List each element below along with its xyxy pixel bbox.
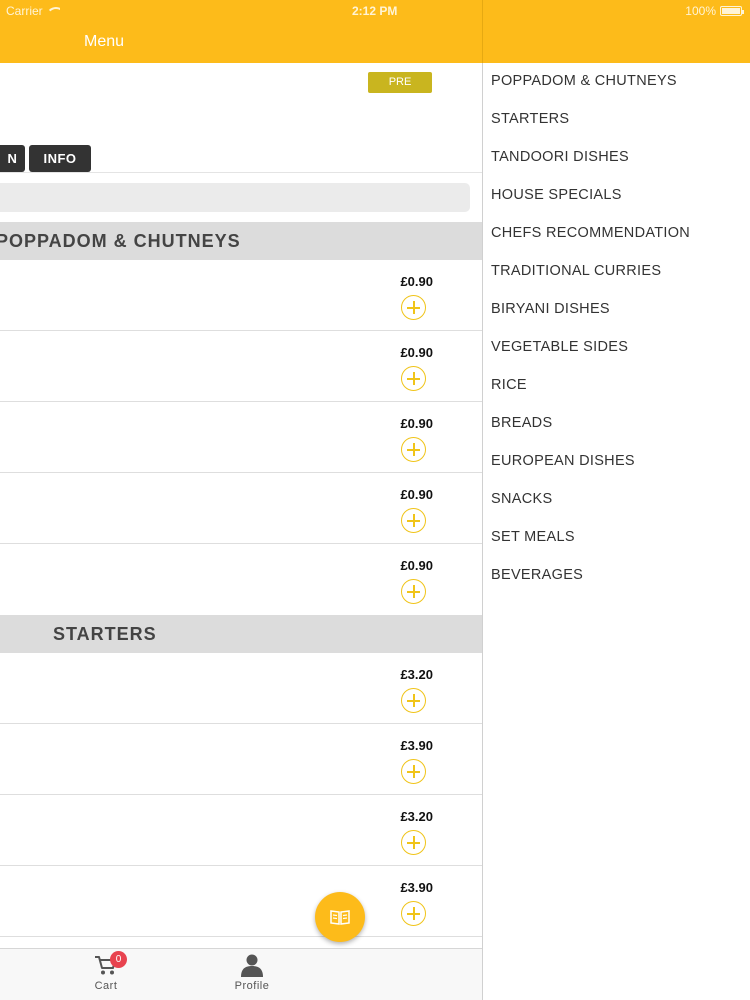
battery-percent: 100% xyxy=(685,4,716,18)
add-icon[interactable] xyxy=(401,830,426,855)
menu-item-row: £0.90 xyxy=(0,331,482,402)
add-icon[interactable] xyxy=(401,366,426,391)
cart-count-badge: 0 xyxy=(110,951,127,968)
menu-item-row: £3.20 xyxy=(0,653,482,724)
search-bar[interactable] xyxy=(0,183,470,212)
category-item-biryani[interactable]: BIRYANI DISHES xyxy=(491,301,610,317)
tab-cart[interactable]: 0 Cart xyxy=(66,949,146,1000)
category-item-poppadom[interactable]: POPPADOM & CHUTNEYS xyxy=(491,73,677,89)
tab-profile[interactable]: Profile xyxy=(212,949,292,1000)
menu-item-row: £0.90 xyxy=(0,402,482,473)
nav-title: Menu xyxy=(84,33,125,50)
item-price: £0.90 xyxy=(400,274,433,289)
category-panel: POPPADOM & CHUTNEYS STARTERS TANDOORI DI… xyxy=(482,63,750,1000)
menu-item-row: £3.20 xyxy=(0,795,482,866)
menu-item-row: £0.90 xyxy=(0,544,482,615)
category-item-chefs-recommendation[interactable]: CHEFS RECOMMENDATION xyxy=(491,225,690,241)
profile-icon xyxy=(241,954,263,977)
status-bar: Carrier 2:12 PM 100% xyxy=(0,0,750,22)
menu-item-row: £3.90 xyxy=(0,866,482,937)
category-item-vegetable-sides[interactable]: VEGETABLE SIDES xyxy=(491,339,628,355)
category-item-set-meals[interactable]: SET MEALS xyxy=(491,529,575,545)
header-divider xyxy=(482,0,483,63)
category-item-traditional-curries[interactable]: TRADITIONAL CURRIES xyxy=(491,263,661,279)
item-price: £3.20 xyxy=(400,809,433,824)
add-icon[interactable] xyxy=(401,688,426,713)
category-item-european[interactable]: EUROPEAN DISHES xyxy=(491,453,635,469)
item-price: £0.90 xyxy=(400,558,433,573)
item-price: £0.90 xyxy=(400,345,433,360)
menu-item-row: £0.90 xyxy=(0,473,482,544)
category-item-starters[interactable]: STARTERS xyxy=(491,111,569,127)
menu-item-row: £3.90 xyxy=(0,724,482,795)
category-item-snacks[interactable]: SNACKS xyxy=(491,491,552,507)
category-item-breads[interactable]: BREADS xyxy=(491,415,552,431)
menu-fab-button[interactable] xyxy=(315,892,365,942)
add-icon[interactable] xyxy=(401,579,426,604)
carrier-label: Carrier xyxy=(6,4,43,18)
add-icon[interactable] xyxy=(401,508,426,533)
menu-item-row: £0.90 xyxy=(0,260,482,331)
header: Carrier 2:12 PM 100% Menu xyxy=(0,0,750,63)
section-header-poppadom: POPPADOM & CHUTNEYS xyxy=(0,222,482,260)
item-price: £0.90 xyxy=(400,416,433,431)
item-price: £0.90 xyxy=(400,487,433,502)
menu-panel: PRE ORDER N INFO POPPADOM & CHUTNEYS £0.… xyxy=(0,63,482,948)
battery-icon xyxy=(720,6,744,16)
section-header-starters: STARTERS xyxy=(0,615,482,653)
tab-cart-label: Cart xyxy=(94,980,118,992)
add-icon[interactable] xyxy=(401,295,426,320)
category-item-beverages[interactable]: BEVERAGES xyxy=(491,567,583,583)
info-button[interactable]: INFO xyxy=(29,145,91,172)
item-price: £3.90 xyxy=(400,880,433,895)
menu-book-icon xyxy=(330,910,350,925)
add-icon[interactable] xyxy=(401,437,426,462)
status-time: 2:12 PM xyxy=(352,4,398,18)
category-item-house-specials[interactable]: HOUSE SPECIALS xyxy=(491,187,622,203)
pre-order-badge[interactable]: PRE ORDER xyxy=(368,72,432,109)
tab-profile-label: Profile xyxy=(234,980,270,992)
add-icon[interactable] xyxy=(401,901,426,926)
category-item-rice[interactable]: RICE xyxy=(491,377,527,393)
tab-bar: 0 Cart Profile xyxy=(0,948,482,1000)
partial-tab-button[interactable]: N xyxy=(0,145,25,172)
add-icon[interactable] xyxy=(401,759,426,784)
divider xyxy=(0,172,482,173)
item-price: £3.20 xyxy=(400,667,433,682)
item-price: £3.90 xyxy=(400,738,433,753)
category-item-tandoori[interactable]: TANDOORI DISHES xyxy=(491,149,629,165)
wifi-icon xyxy=(47,6,60,16)
